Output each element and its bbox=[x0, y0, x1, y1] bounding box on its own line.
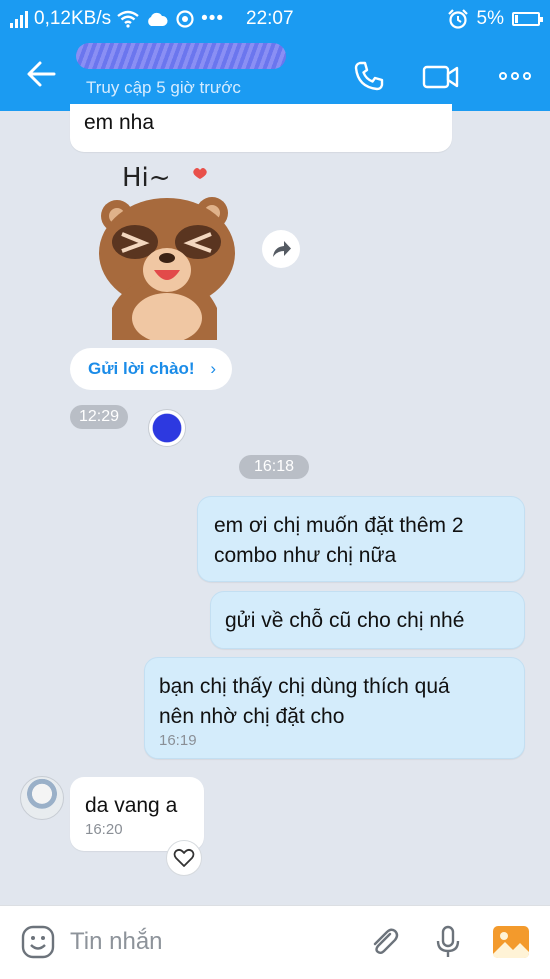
contact-name-redacted[interactable] bbox=[76, 43, 286, 69]
more-icon[interactable] bbox=[498, 59, 532, 93]
last-seen-status: Truy cập 5 giờ trước bbox=[86, 78, 241, 97]
message-composer: Tin nhắn bbox=[0, 905, 550, 979]
sticker-bear[interactable]: Hi~ bbox=[92, 158, 242, 340]
more-dots-icon: ••• bbox=[201, 8, 225, 29]
message-time: 16:20 bbox=[85, 821, 123, 838]
heart-icon bbox=[173, 848, 195, 867]
message-line: em ơi chị muốn đặt thêm 2 bbox=[214, 514, 464, 537]
clock: 22:07 bbox=[246, 8, 294, 29]
vpn-icon bbox=[176, 10, 194, 28]
share-icon bbox=[273, 241, 291, 257]
timestamp-pill: 12:29 bbox=[70, 405, 128, 429]
wifi-icon bbox=[117, 10, 139, 28]
message-line: bạn chị thấy chị dùng thích quá bbox=[159, 675, 450, 698]
message-outgoing[interactable]: gửi về chỗ cũ cho chị nhé bbox=[210, 591, 525, 649]
react-button[interactable] bbox=[166, 840, 202, 876]
message-line: combo như chị nữa bbox=[214, 544, 397, 567]
sticker-text: Hi~ bbox=[122, 163, 171, 193]
image-icon[interactable] bbox=[492, 924, 530, 960]
message-text: em nha bbox=[84, 111, 155, 134]
message-incoming[interactable]: em nha bbox=[70, 104, 452, 152]
cloud-icon bbox=[148, 12, 168, 26]
share-button[interactable] bbox=[262, 230, 300, 268]
send-greeting-button[interactable]: Gửi lời chào! › bbox=[70, 348, 232, 390]
video-call-icon[interactable] bbox=[422, 59, 460, 93]
attach-icon[interactable] bbox=[366, 924, 402, 960]
message-outgoing[interactable]: bạn chị thấy chị dùng thích quá nên nhờ … bbox=[144, 657, 525, 759]
signal-icon bbox=[10, 10, 28, 28]
message-line: nên nhờ chị đặt cho bbox=[159, 705, 345, 728]
date-separator: 16:18 bbox=[239, 455, 309, 479]
alarm-icon bbox=[447, 9, 468, 29]
status-bar: 0,12KB/s ••• 22:07 5% bbox=[0, 0, 550, 37]
avatar[interactable] bbox=[148, 409, 186, 447]
message-text: da vang a bbox=[85, 794, 178, 817]
battery-icon bbox=[512, 12, 543, 26]
message-time: 16:19 bbox=[159, 732, 197, 749]
emoji-icon[interactable] bbox=[20, 924, 56, 960]
chevron-right-icon: › bbox=[210, 359, 216, 378]
battery-percent: 5% bbox=[476, 8, 504, 29]
mic-icon[interactable] bbox=[430, 924, 466, 960]
phone-icon[interactable] bbox=[352, 59, 386, 93]
network-speed: 0,12KB/s bbox=[34, 8, 112, 29]
chat-header: Truy cập 5 giờ trước bbox=[0, 37, 550, 111]
message-text: gửi về chỗ cũ cho chị nhé bbox=[225, 609, 465, 632]
greeting-label: Gửi lời chào! bbox=[88, 359, 195, 378]
back-arrow-icon[interactable] bbox=[24, 57, 58, 91]
message-input[interactable]: Tin nhắn bbox=[70, 928, 163, 956]
sender-avatar[interactable] bbox=[20, 776, 64, 820]
message-outgoing[interactable]: em ơi chị muốn đặt thêm 2 combo như chị … bbox=[197, 496, 525, 582]
